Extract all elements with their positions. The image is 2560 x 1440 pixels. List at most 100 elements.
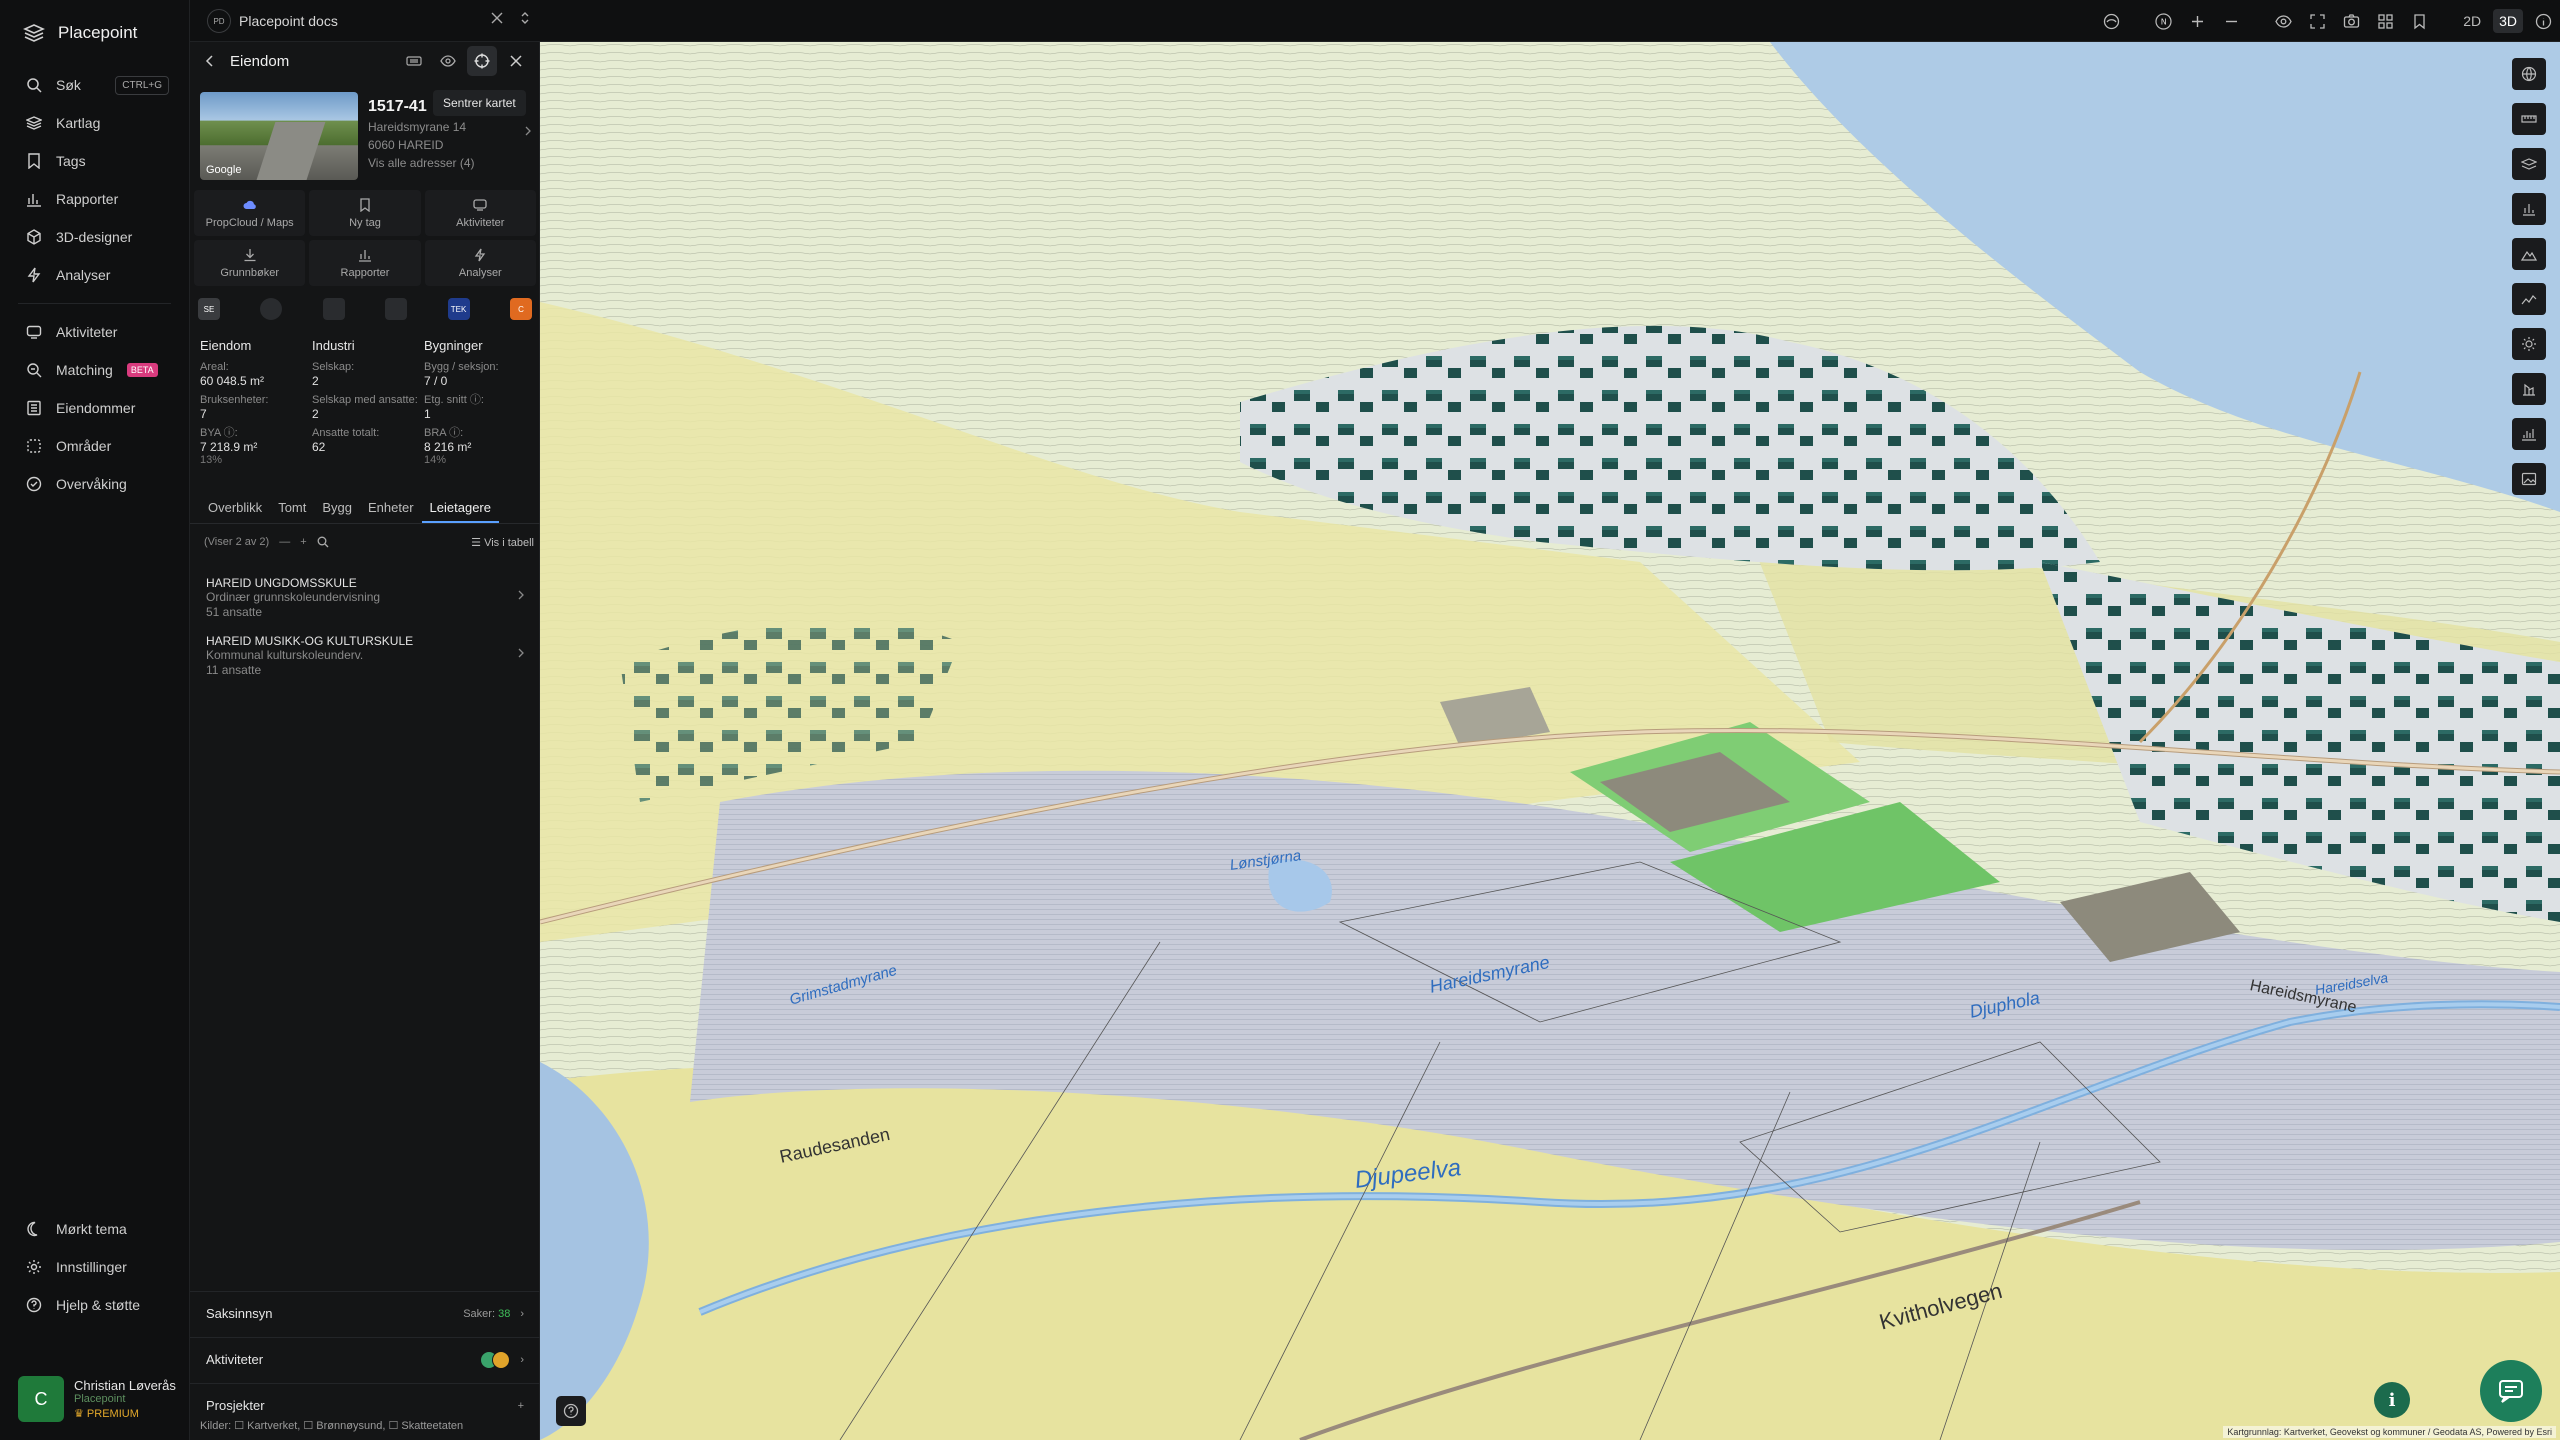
close-icon[interactable] bbox=[490, 11, 504, 25]
property-panel: Eiendom Sentrer kartet Google 1517-41 Ha… bbox=[190, 42, 540, 1440]
show-table-button[interactable]: ☰ Vis i tabell bbox=[471, 536, 534, 549]
nav-omrader[interactable]: Områder bbox=[0, 427, 189, 465]
tool-profile-button[interactable] bbox=[2512, 283, 2546, 315]
tab-tomt[interactable]: Tomt bbox=[270, 494, 314, 523]
map-help-button[interactable] bbox=[556, 1396, 586, 1426]
all-addresses-link[interactable]: Vis alle adresser (4) bbox=[368, 156, 533, 170]
fullscreen-button[interactable] bbox=[2300, 0, 2334, 42]
source-plant-icon[interactable] bbox=[322, 298, 345, 320]
plus-icon bbox=[2191, 15, 2203, 27]
new-tag-button[interactable]: Ny tag bbox=[309, 190, 421, 236]
nav-aktiviteter[interactable]: Aktiviteter bbox=[0, 313, 189, 351]
nav-group-bottom: Mørkt tema Innstillinger Hjelp & støtte bbox=[0, 1210, 190, 1324]
table-icon: ☰ bbox=[471, 536, 485, 549]
tab-bygg[interactable]: Bygg bbox=[314, 494, 360, 523]
compass-button[interactable]: N bbox=[2146, 0, 2180, 42]
stat-percent: 14% bbox=[424, 454, 447, 466]
nav-3d-designer[interactable]: 3D-designer bbox=[0, 218, 189, 256]
propcloud-button[interactable]: PropCloud / Maps bbox=[194, 190, 306, 236]
map-viewport[interactable]: Djupeelva Hareidsmyrane Hareidsmyrane Dj… bbox=[540, 42, 2560, 1440]
nav-kartlag[interactable]: Kartlag bbox=[0, 104, 189, 142]
nav-matching[interactable]: Matching BETA bbox=[0, 351, 189, 389]
property-photo[interactable]: Google bbox=[200, 92, 358, 180]
saksinnsyn-section[interactable]: Saksinnsyn Saker: 38 › bbox=[190, 1291, 540, 1335]
chevron-left-icon bbox=[205, 55, 213, 67]
stat-label: Ansatte totalt: bbox=[312, 427, 380, 439]
nav-dark-theme[interactable]: Mørkt tema bbox=[0, 1210, 190, 1248]
map-info-button[interactable] bbox=[2526, 0, 2560, 42]
zoom-out-button[interactable] bbox=[2214, 0, 2248, 42]
nav-label: Kartlag bbox=[56, 115, 101, 131]
nav-help[interactable]: Hjelp & støtte bbox=[0, 1286, 190, 1324]
minus-icon[interactable]: — bbox=[279, 536, 290, 548]
grid-button[interactable] bbox=[2368, 0, 2402, 42]
tenant-row[interactable]: HAREID MUSIKK-OG KULTURSKULE Kommunal ku… bbox=[206, 634, 526, 678]
tool-globe-button[interactable] bbox=[2512, 58, 2546, 90]
photo-road-shape bbox=[252, 122, 326, 180]
source-tek-icon[interactable]: TEK bbox=[447, 298, 470, 320]
tilt-button[interactable] bbox=[2094, 0, 2128, 42]
workspace-selector[interactable]: PD Placepoint docs bbox=[207, 9, 338, 33]
result-count: (Viser 2 av 2) bbox=[204, 536, 270, 548]
aktiviteter-section[interactable]: Aktiviteter › bbox=[190, 1337, 540, 1381]
chevron-updown-icon[interactable] bbox=[518, 11, 532, 25]
close-panel-button[interactable] bbox=[501, 46, 531, 76]
source-c-icon[interactable]: C bbox=[509, 298, 532, 320]
tool-height-button[interactable] bbox=[2512, 373, 2546, 405]
support-chat-button[interactable] bbox=[2480, 1360, 2542, 1422]
chevron-right-icon[interactable] bbox=[523, 126, 533, 136]
premium-badge: ♛ PREMIUM bbox=[74, 1407, 176, 1420]
compass-letter: N bbox=[2160, 17, 2166, 26]
tool-sun-button[interactable] bbox=[2512, 328, 2546, 360]
tool-layers-button[interactable] bbox=[2512, 148, 2546, 180]
reports-button[interactable]: Rapporter bbox=[309, 240, 421, 286]
map-badge-button[interactable] bbox=[399, 46, 429, 76]
visibility-button[interactable] bbox=[2266, 0, 2300, 42]
info-icon[interactable]: i bbox=[2374, 1382, 2410, 1418]
center-map-button[interactable] bbox=[467, 46, 497, 76]
nav-label: Hjelp & støtte bbox=[56, 1297, 141, 1313]
nav-settings[interactable]: Innstillinger bbox=[0, 1248, 190, 1286]
source-globe-icon[interactable] bbox=[260, 298, 283, 320]
tool-terrain-button[interactable] bbox=[2512, 238, 2546, 270]
analyze-button[interactable]: Analyser bbox=[424, 240, 536, 286]
nav-rapporter[interactable]: Rapporter bbox=[0, 180, 189, 218]
mode-3d-button[interactable]: 3D bbox=[2493, 9, 2523, 33]
tab-overblikk[interactable]: Overblikk bbox=[200, 494, 270, 523]
nav-label: Rapporter bbox=[56, 191, 119, 207]
activities-button[interactable]: Aktiviteter bbox=[424, 190, 536, 236]
zoom-in-button[interactable] bbox=[2180, 0, 2214, 42]
brand[interactable]: Placepoint bbox=[0, 0, 189, 66]
source-se-icon[interactable]: SE bbox=[198, 298, 220, 320]
top-bar: PD Placepoint docs N 2D 3D bbox=[190, 0, 2560, 42]
nav-overvaking[interactable]: Overvåking bbox=[0, 465, 189, 503]
tool-stats-button[interactable] bbox=[2512, 418, 2546, 450]
nav-search[interactable]: Søk CTRL+G bbox=[0, 66, 189, 104]
nav-analyser[interactable]: Analyser bbox=[0, 256, 189, 294]
tool-ruler-button[interactable] bbox=[2512, 103, 2546, 135]
search-icon[interactable] bbox=[317, 536, 329, 548]
nav-tags[interactable]: Tags bbox=[0, 142, 189, 180]
nav-divider bbox=[18, 303, 171, 304]
tool-image-button[interactable] bbox=[2512, 463, 2546, 495]
back-button[interactable] bbox=[190, 53, 230, 69]
bookmark-button[interactable] bbox=[2402, 0, 2436, 42]
screenshot-button[interactable] bbox=[2334, 0, 2368, 42]
nav-eiendommer[interactable]: Eiendommer bbox=[0, 389, 189, 427]
tenant-row[interactable]: HAREID UNGDOMSSKULE Ordinær grunnskoleun… bbox=[206, 576, 526, 620]
plus-icon[interactable]: + bbox=[300, 536, 306, 548]
source-bars-icon[interactable] bbox=[385, 298, 408, 320]
fullscreen-icon bbox=[2310, 13, 2325, 29]
download-icon bbox=[244, 248, 256, 261]
shortcut-badge: CTRL+G bbox=[115, 75, 169, 95]
layers-icon bbox=[2521, 158, 2537, 170]
user-profile[interactable]: C Christian Løverås Placepoint ♛ PREMIUM bbox=[18, 1376, 176, 1422]
tab-leietagere[interactable]: Leietagere bbox=[421, 494, 499, 523]
add-project-button[interactable]: + bbox=[518, 1400, 524, 1412]
view-button[interactable] bbox=[433, 46, 463, 76]
grunnboker-button[interactable]: Grunnbøker bbox=[194, 240, 306, 286]
mode-2d-button[interactable]: 2D bbox=[2457, 9, 2487, 33]
sun-icon bbox=[2522, 337, 2536, 351]
tool-chart-button[interactable] bbox=[2512, 193, 2546, 225]
tab-enheter[interactable]: Enheter bbox=[360, 494, 422, 523]
